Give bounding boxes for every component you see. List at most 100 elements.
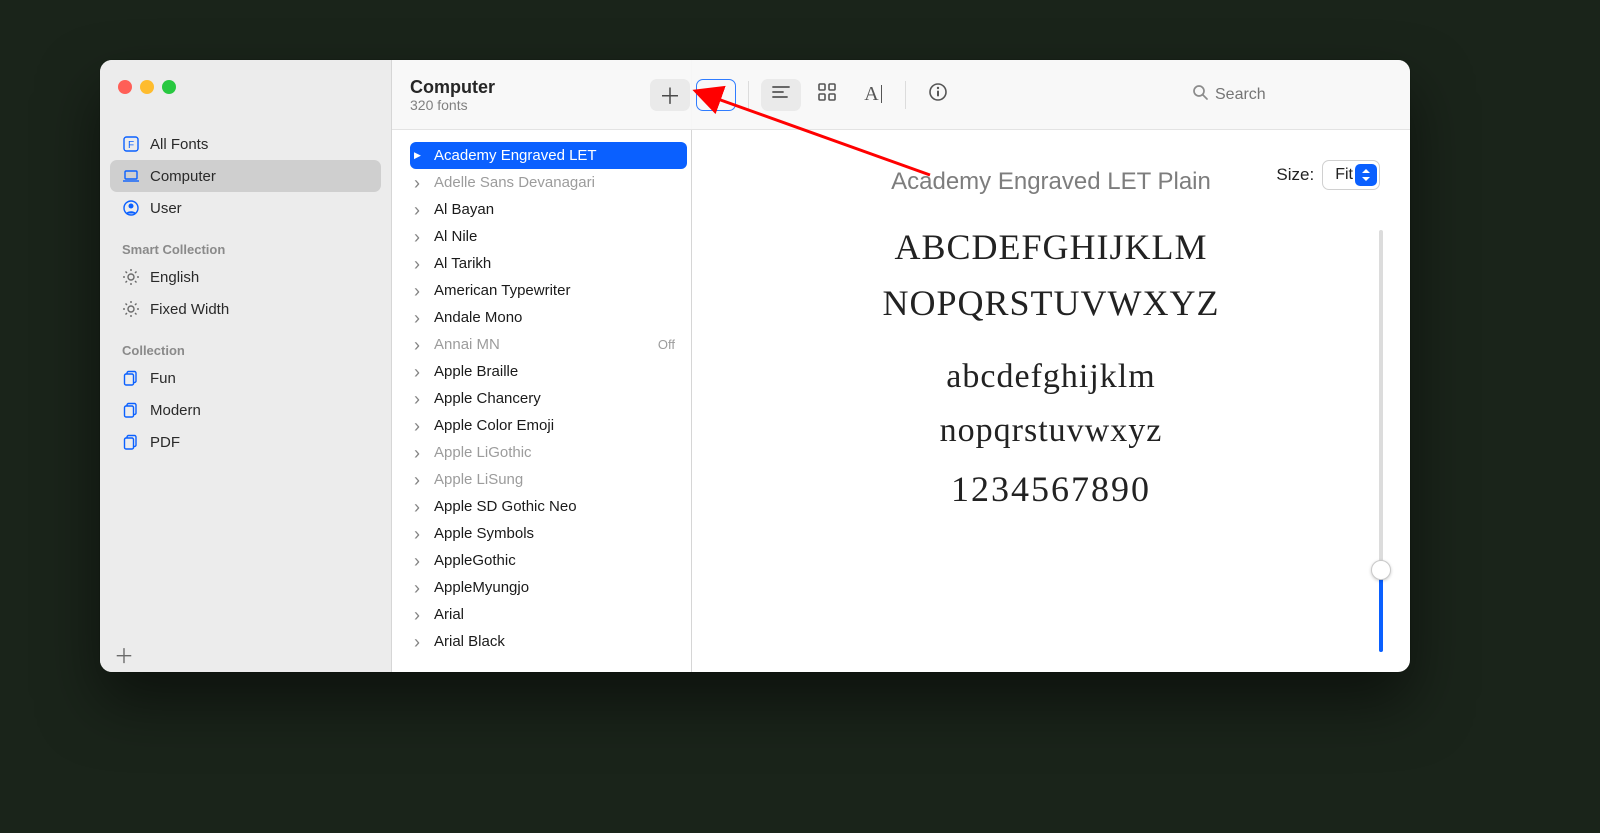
size-slider[interactable]	[1370, 230, 1392, 652]
user-icon	[122, 199, 140, 217]
font-row[interactable]: ›Adelle Sans Devanagari	[410, 169, 687, 196]
font-row[interactable]: ›Apple Braille	[410, 358, 687, 385]
window-controls	[100, 68, 391, 98]
chevron-updown-icon	[1355, 164, 1377, 186]
font-name: Arial Black	[434, 633, 505, 650]
font-name: Andale Mono	[434, 309, 522, 326]
font-row[interactable]: ›Arial	[410, 601, 687, 628]
sidebar-item-label: Fixed Width	[150, 301, 229, 318]
add-font-button[interactable]: ＋	[650, 79, 690, 111]
view-grid-button[interactable]	[807, 79, 847, 111]
preview-pane: Academy Engraved LET Plain ABCDEFGHIJKLM…	[692, 130, 1410, 672]
slider-track	[1379, 230, 1383, 652]
toolbar-separator	[748, 81, 749, 109]
sidebar-footer: ＋	[100, 636, 391, 672]
copy-icon	[122, 369, 140, 387]
font-list-column: ▶ Academy Engraved LET ›Adelle Sans Devana…	[392, 60, 692, 672]
laptop-icon	[122, 167, 140, 185]
search-input[interactable]	[1215, 86, 1365, 104]
font-name: Apple Color Emoji	[434, 417, 554, 434]
font-list[interactable]: ▶ Academy Engraved LET ›Adelle Sans Devana…	[392, 130, 691, 672]
sidebar-item-label: PDF	[150, 434, 180, 451]
sidebar-item-user[interactable]: User	[110, 192, 381, 224]
sidebar-item-pdf[interactable]: PDF	[110, 426, 381, 458]
sidebar-item-all-fonts[interactable]: F All Fonts	[110, 128, 381, 160]
preview-digits: 1234567890	[732, 468, 1370, 510]
slider-thumb[interactable]	[1371, 560, 1391, 580]
font-name: Al Tarikh	[434, 255, 491, 272]
sidebar-item-label: Fun	[150, 370, 176, 387]
info-button[interactable]	[918, 79, 958, 111]
toolbar: Computer 320 fonts ＋	[392, 60, 1410, 130]
font-row[interactable]: ›Apple LiGothic	[410, 439, 687, 466]
font-row[interactable]: ›Andale Mono	[410, 304, 687, 331]
copy-icon	[122, 401, 140, 419]
view-custom-button[interactable]: A	[853, 79, 893, 111]
add-collection-button[interactable]: ＋	[114, 640, 134, 669]
font-row[interactable]: ›AppleMyungjo	[410, 574, 687, 601]
sidebar-item-computer[interactable]: Computer	[110, 160, 381, 192]
font-name: Apple Braille	[434, 363, 518, 380]
toolbar-title-block: Computer 320 fonts	[410, 77, 640, 113]
plus-icon: ＋	[659, 79, 681, 111]
font-row[interactable]: ›Apple Symbols	[410, 520, 687, 547]
font-row[interactable]: ›Al Nile	[410, 223, 687, 250]
font-name: Al Bayan	[434, 201, 494, 218]
font-row[interactable]: ›American Typewriter	[410, 277, 687, 304]
slider-fill	[1379, 568, 1383, 652]
preview-lowercase-1: abcdefghijklm	[732, 350, 1370, 404]
grid-icon	[818, 83, 836, 106]
sidebar-section-header: Smart Collection	[110, 224, 381, 261]
font-row[interactable]: ›Al Bayan	[410, 196, 687, 223]
validate-button[interactable]	[696, 79, 736, 111]
sidebar-item-modern[interactable]: Modern	[110, 394, 381, 426]
font-name: Annai MN	[434, 336, 500, 353]
search-icon	[1192, 84, 1209, 106]
sidebar-item-english[interactable]: English	[110, 261, 381, 293]
sidebar-item-label: English	[150, 269, 199, 286]
sidebar-list: F All Fonts Computer User Smart Collection E…	[100, 98, 391, 636]
sidebar-item-label: Computer	[150, 168, 216, 185]
sidebar-item-fun[interactable]: Fun	[110, 362, 381, 394]
minimize-window-button[interactable]	[140, 80, 154, 94]
info-icon	[928, 82, 948, 107]
font-status: Off	[658, 337, 687, 352]
sidebar-item-fixed-width[interactable]: Fixed Width	[110, 293, 381, 325]
font-name: American Typewriter	[434, 282, 570, 299]
zoom-window-button[interactable]	[162, 80, 176, 94]
font-row[interactable]: ›AppleGothic	[410, 547, 687, 574]
preview-uppercase-2: NOPQRSTUVWXYZ	[732, 276, 1370, 332]
sidebar-section-header: Collection	[110, 325, 381, 362]
font-name: Al Nile	[434, 228, 477, 245]
font-row[interactable]: ›Al Tarikh	[410, 250, 687, 277]
font-row[interactable]: ›Apple Color Emoji	[410, 412, 687, 439]
font-row[interactable]: ›Apple Chancery	[410, 385, 687, 412]
collection-title: Computer	[410, 77, 640, 98]
font-name: Apple LiSung	[434, 471, 523, 488]
copy-icon	[122, 433, 140, 451]
font-name: Academy Engraved LET	[434, 147, 597, 164]
font-book-window: F All Fonts Computer User Smart Collection E…	[100, 60, 1410, 672]
font-name: Apple SD Gothic Neo	[434, 498, 577, 515]
lines-icon	[771, 84, 791, 105]
chevron-right-icon: ▶	[414, 150, 428, 161]
preview-font-name: Academy Engraved LET Plain	[732, 168, 1370, 196]
size-control: Size: Fit	[1276, 160, 1380, 190]
size-select[interactable]: Fit	[1322, 160, 1380, 190]
close-window-button[interactable]	[118, 80, 132, 94]
font-row[interactable]: ›Apple LiSung	[410, 466, 687, 493]
f-icon: F	[122, 135, 140, 153]
font-row[interactable]: ›Annai MNOff	[410, 331, 687, 358]
view-sample-button[interactable]	[761, 79, 801, 111]
font-row[interactable]: ▶ Academy Engraved LET	[410, 142, 687, 169]
font-row[interactable]: ›Arial Black	[410, 628, 687, 655]
sidebar-item-label: Modern	[150, 402, 201, 419]
text-cursor-icon: A	[864, 83, 881, 106]
size-label: Size:	[1276, 165, 1314, 185]
sidebar-item-label: All Fonts	[150, 136, 208, 153]
sidebar-item-label: User	[150, 200, 182, 217]
font-name: Apple Chancery	[434, 390, 541, 407]
font-row[interactable]: ›Apple SD Gothic Neo	[410, 493, 687, 520]
search-field[interactable]	[1192, 84, 1392, 106]
font-name: Adelle Sans Devanagari	[434, 174, 595, 191]
